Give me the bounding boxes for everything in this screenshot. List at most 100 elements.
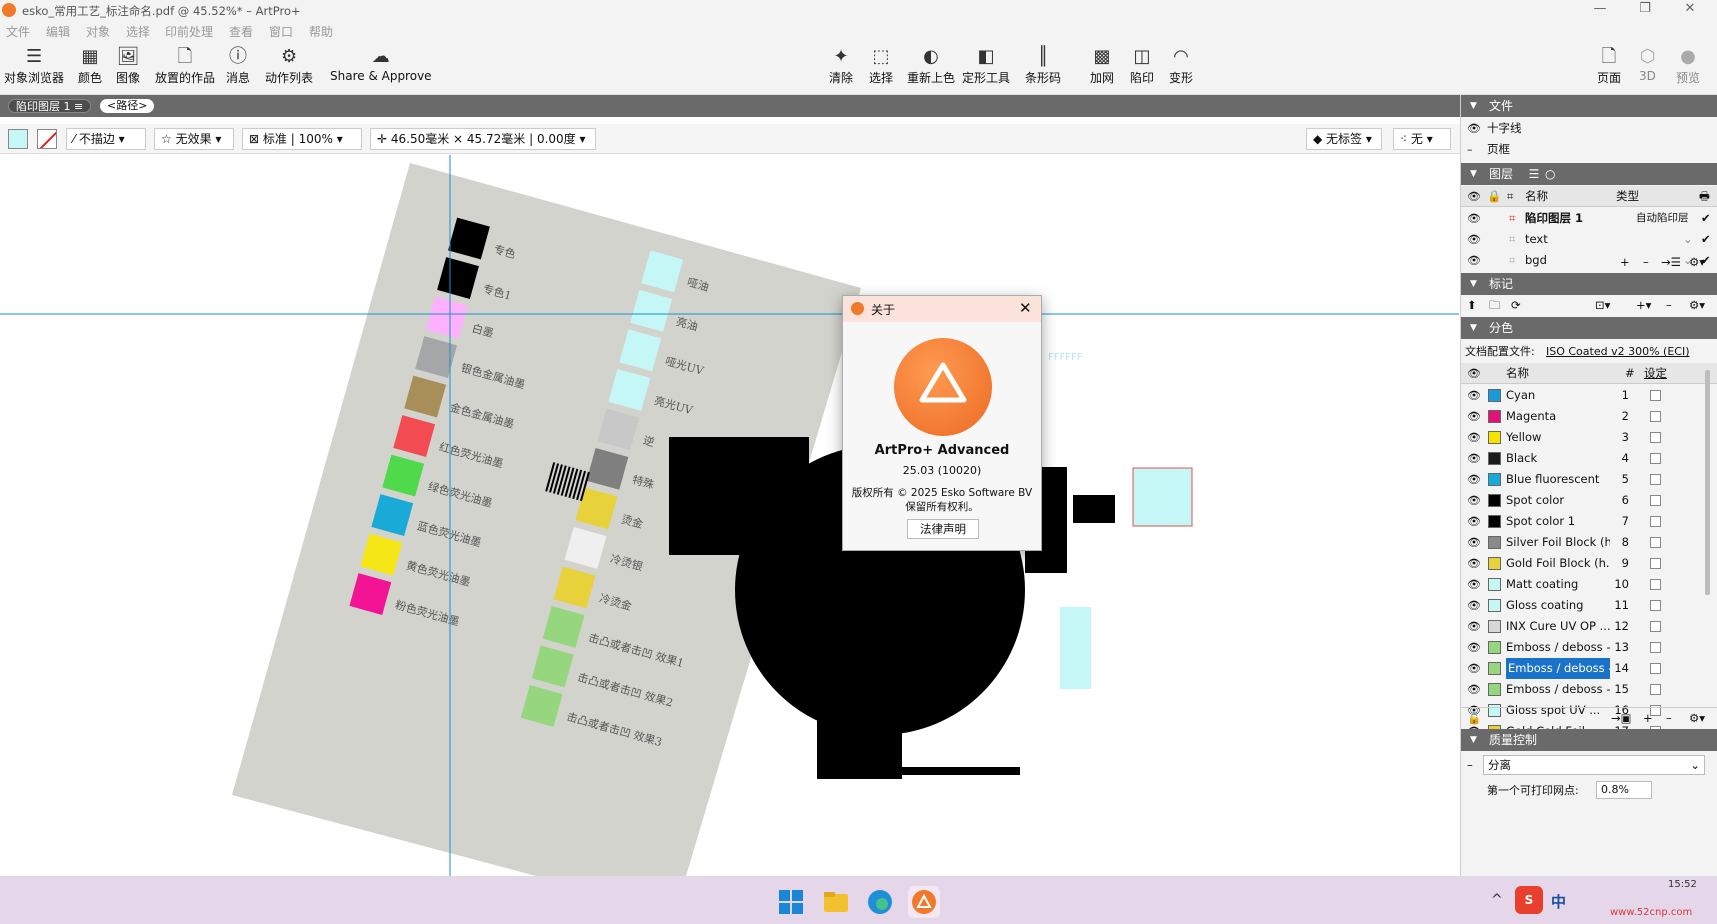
move-layer-button[interactable]: →☰ bbox=[1661, 252, 1681, 273]
tag-dropdown[interactable]: ◆ 无标签 ▾ bbox=[1306, 128, 1382, 150]
edge-browser-icon[interactable] bbox=[864, 886, 896, 918]
lock-icon[interactable]: 🔓 bbox=[1467, 708, 1481, 729]
list-view-icon[interactable]: ☰ bbox=[1527, 163, 1541, 185]
close-button[interactable]: ✕ bbox=[1675, 1, 1705, 16]
separation-row[interactable]: 👁 Emboss / deboss - ... 15 bbox=[1461, 679, 1701, 700]
folder-icon[interactable]: 🗀 bbox=[1489, 295, 1501, 316]
first-dot-input[interactable]: 0.8% bbox=[1596, 781, 1652, 799]
add-layer-button[interactable]: + bbox=[1620, 252, 1630, 273]
fill-swatch[interactable] bbox=[8, 129, 28, 149]
separation-checkbox[interactable] bbox=[1650, 516, 1661, 527]
toolbar-page-button[interactable]: 🗋 页面 bbox=[1597, 45, 1621, 95]
eye-icon[interactable]: 👁 bbox=[1467, 595, 1481, 616]
filter-dropdown[interactable]: ⁖ 无 ▾ bbox=[1393, 128, 1451, 150]
eye-icon[interactable]: 👁 bbox=[1467, 469, 1481, 490]
toolbar-image-button[interactable]: 🖼 图像 bbox=[116, 45, 140, 95]
separations-scrollbar[interactable] bbox=[1705, 370, 1710, 595]
separation-row[interactable]: 👁 Emboss / deboss - ... 13 bbox=[1461, 637, 1701, 658]
about-close-icon[interactable]: ✕ bbox=[1019, 299, 1032, 317]
windows-start-icon[interactable] bbox=[775, 886, 807, 918]
toolbar-barcode-button[interactable]: ║ 条形码 bbox=[1025, 45, 1061, 95]
separation-row[interactable]: 👁 Gloss coating 11 bbox=[1461, 595, 1701, 616]
layer-row[interactable]: 👁 ⌗ 陷印图层 1 自动陷印层 ✔ bbox=[1461, 208, 1717, 229]
file-explorer-icon[interactable] bbox=[820, 886, 852, 918]
menu-object[interactable]: 对象 bbox=[86, 23, 110, 40]
quality-control-header[interactable]: 质量控制 bbox=[1461, 729, 1717, 751]
refresh-icon[interactable]: ⟳ bbox=[1511, 295, 1521, 316]
eye-icon[interactable]: 👁 bbox=[1467, 679, 1481, 700]
eye-icon[interactable]: 👁 bbox=[1467, 406, 1481, 427]
eye-icon[interactable]: 👁 bbox=[1467, 385, 1481, 406]
separation-row[interactable]: 👁 Spot color 1 7 bbox=[1461, 511, 1701, 532]
eye-icon[interactable]: 👁 bbox=[1467, 208, 1481, 229]
toolbar-color-grid-button[interactable]: ▦ 颜色 bbox=[78, 45, 102, 95]
menu-help[interactable]: 帮助 bbox=[309, 23, 333, 40]
separation-checkbox[interactable] bbox=[1650, 558, 1661, 569]
toolbar-select-button[interactable]: ⬚ 选择 bbox=[869, 45, 893, 95]
eye-icon[interactable]: 👁 bbox=[1467, 511, 1481, 532]
stroke-dropdown[interactable]: ⁄ 不描边 ▾ bbox=[66, 128, 146, 150]
chevron-up-icon[interactable]: ^ bbox=[1491, 892, 1503, 908]
minus-icon[interactable]: – bbox=[1467, 755, 1473, 776]
menu-file[interactable]: 文件 bbox=[6, 23, 30, 40]
stroke-swatch[interactable] bbox=[37, 129, 57, 149]
separation-checkbox[interactable] bbox=[1650, 663, 1661, 674]
effect-dropdown[interactable]: ☆ 无效果 ▾ bbox=[154, 128, 234, 150]
separation-checkbox[interactable] bbox=[1650, 495, 1661, 506]
minimize-button[interactable]: — bbox=[1585, 1, 1615, 16]
restore-button[interactable]: ❐ bbox=[1630, 1, 1660, 16]
separation-checkbox[interactable] bbox=[1650, 390, 1661, 401]
separation-row[interactable]: 👁 Cyan 1 bbox=[1461, 385, 1701, 406]
size-angle-field[interactable]: ✛ 46.50毫米 × 45.72毫米 | 0.00度 ▾ bbox=[370, 128, 596, 150]
toolbar-placed-art-button[interactable]: 🗋 放置的作品 bbox=[155, 45, 215, 95]
toolbar-preview-button[interactable]: ● 预览 bbox=[1676, 45, 1700, 95]
toolbar-screening-button[interactable]: ▩ 加网 bbox=[1090, 45, 1114, 95]
separation-row[interactable]: 👁 Matt coating 10 bbox=[1461, 574, 1701, 595]
eye-icon[interactable]: 👁 bbox=[1467, 637, 1481, 658]
marks-gear-icon[interactable]: ⚙▾ bbox=[1689, 295, 1705, 316]
separation-row[interactable]: 👁 Silver Foil Block (h... 8 bbox=[1461, 532, 1701, 553]
separation-row[interactable]: 👁 Gold Foil Block (h... 9 bbox=[1461, 553, 1701, 574]
file-section-header[interactable]: 文件 bbox=[1461, 95, 1717, 117]
layer-selector[interactable]: 陷印图层 1 ≡ bbox=[8, 99, 92, 113]
minus-icon[interactable]: – bbox=[1467, 139, 1473, 160]
eye-icon[interactable]: 👁 bbox=[1467, 448, 1481, 469]
remove-separation-button[interactable]: – bbox=[1666, 708, 1672, 729]
sep-swatch-icon[interactable]: →▣ bbox=[1611, 708, 1632, 729]
import-mark-icon[interactable]: ⬆ bbox=[1467, 295, 1477, 316]
menu-select[interactable]: 选择 bbox=[126, 23, 150, 40]
mark-frame-icon[interactable]: ⊡▾ bbox=[1595, 295, 1610, 316]
toolbar-distort-button[interactable]: ◠ 变形 bbox=[1169, 45, 1193, 95]
separation-row[interactable]: 👁 INX Cure UV OP ... 12 bbox=[1461, 616, 1701, 637]
marks-section-header[interactable]: 标记 bbox=[1461, 273, 1717, 295]
separation-checkbox[interactable] bbox=[1650, 432, 1661, 443]
toolbar-cube-button[interactable]: ⬡ 3D bbox=[1639, 45, 1656, 95]
circle-view-icon[interactable]: ○ bbox=[1545, 163, 1555, 185]
separation-row[interactable]: 👁 Blue fluorescent 5 bbox=[1461, 469, 1701, 490]
eye-icon[interactable]: 👁 bbox=[1467, 229, 1481, 250]
eye-icon[interactable]: 👁 bbox=[1467, 553, 1481, 574]
blend-opacity-dropdown[interactable]: ⊠ 标准 | 100% ▾ bbox=[242, 128, 362, 150]
separation-row[interactable]: 👁 Spot color 6 bbox=[1461, 490, 1701, 511]
separation-checkbox[interactable] bbox=[1650, 579, 1661, 590]
toolbar-recolor-button[interactable]: ◐ 重新上色 bbox=[907, 45, 955, 95]
menu-edit[interactable]: 编辑 bbox=[46, 23, 70, 40]
remove-layer-button[interactable]: – bbox=[1643, 252, 1649, 273]
separation-checkbox[interactable] bbox=[1650, 411, 1661, 422]
separations-section-header[interactable]: 分色 bbox=[1461, 317, 1717, 339]
toolbar-gears-button[interactable]: ⚙ 动作列表 bbox=[265, 45, 313, 95]
eye-icon[interactable]: 👁 bbox=[1467, 616, 1481, 637]
toolbar-cloud-button[interactable]: ☁ Share & Approve bbox=[330, 45, 432, 95]
separation-row[interactable]: 👁 Black 4 bbox=[1461, 448, 1701, 469]
checkmark-icon[interactable]: ✔ bbox=[1701, 208, 1711, 229]
add-separation-button[interactable]: + bbox=[1643, 708, 1653, 729]
toolbar-sparkle-button[interactable]: ✦ 清除 bbox=[829, 45, 853, 95]
separation-checkbox[interactable] bbox=[1650, 537, 1661, 548]
separation-checkbox[interactable] bbox=[1650, 642, 1661, 653]
remove-mark-button[interactable]: – bbox=[1666, 295, 1672, 316]
sep-setting-header[interactable]: 设定 bbox=[1644, 363, 1667, 384]
artwork-canvas[interactable]: 专色 专色1 白墨 银色金属油墨 金色金属油墨 红色荧光油墨 绿色荧光油墨 蓝色荧光油墨 黄色荧… bbox=[0, 155, 1459, 876]
eye-icon[interactable]: 👁 bbox=[1467, 118, 1481, 139]
separation-checkbox[interactable] bbox=[1650, 684, 1661, 695]
separation-checkbox[interactable] bbox=[1650, 453, 1661, 464]
